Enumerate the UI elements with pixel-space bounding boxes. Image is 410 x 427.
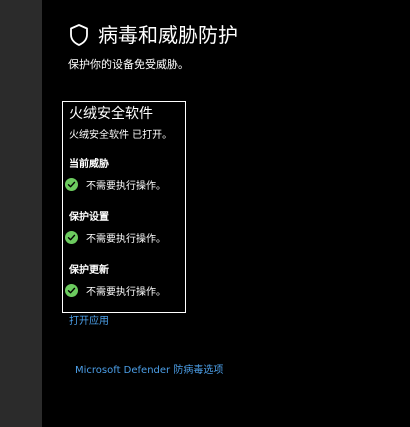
open-app-link[interactable]: 打开应用 [69,316,109,327]
status-text: 不需要执行操作。 [86,181,166,192]
status-text: 不需要执行操作。 [86,234,166,245]
defender-options-link[interactable]: Microsoft Defender 防病毒选项 [75,361,223,376]
status-row: 不需要执行操作。 [65,230,185,245]
provider-name: 火绒安全软件 [69,106,153,122]
provider-status: 火绒安全软件 已打开。 [69,130,173,141]
navigation-strip [0,0,42,427]
section-protection-settings: 保护设置 不需要执行操作。 [65,208,185,245]
status-row: 不需要执行操作。 [65,283,185,298]
section-current-threats: 当前威胁 不需要执行操作。 [65,155,185,192]
provider-panel: 火绒安全软件 火绒安全软件 已打开。 当前威胁 不需要执行操作。 保护设置 不需… [62,101,186,327]
shield-icon [68,23,90,47]
page-subtitle: 保护你的设备免受威胁。 [68,58,189,71]
check-circle-icon [65,284,78,297]
section-heading: 保护设置 [69,212,109,223]
section-protection-updates: 保护更新 不需要执行操作。 [65,261,185,298]
status-row: 不需要执行操作。 [65,177,185,192]
page-title: 病毒和威胁防护 [98,23,238,47]
check-circle-icon [65,231,78,244]
status-text: 不需要执行操作。 [86,287,166,298]
section-heading: 保护更新 [69,265,109,276]
page-header: 病毒和威胁防护 [68,22,238,48]
check-circle-icon [65,178,78,191]
main-content: 病毒和威胁防护 保护你的设备免受威胁。 火绒安全软件 火绒安全软件 已打开。 当… [42,0,410,427]
section-heading: 当前威胁 [69,159,109,170]
